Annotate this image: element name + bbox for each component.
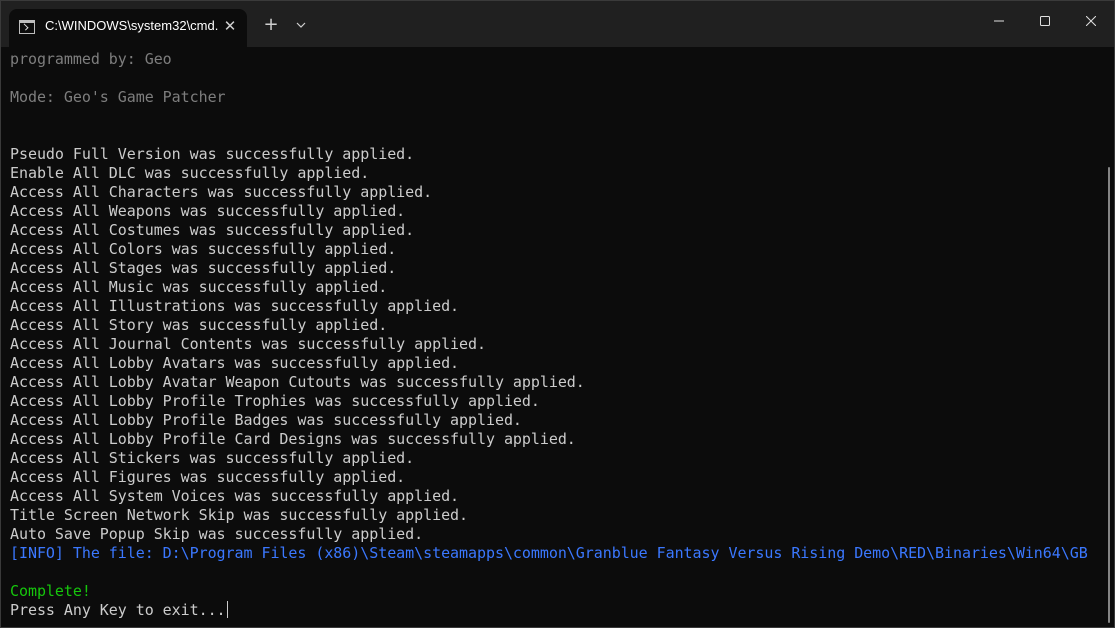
patch-line: Access All Lobby Avatars was successfull…	[10, 354, 460, 372]
patch-line: Access All Colors was successfully appli…	[10, 240, 397, 258]
patch-line: Access All Stickers was successfully app…	[10, 449, 415, 467]
patch-line: Access All Music was successfully applie…	[10, 278, 388, 296]
patch-line: Access All Costumes was successfully app…	[10, 221, 415, 239]
plus-icon[interactable]: +	[258, 13, 284, 39]
prompt-line: Press Any Key to exit...	[10, 601, 1100, 620]
command-prompt-icon	[19, 20, 35, 34]
vertical-scrollbar[interactable]	[1105, 49, 1114, 625]
close-button[interactable]	[1068, 1, 1114, 41]
prompt-text: Press Any Key to exit...	[10, 601, 226, 619]
patch-line: Title Screen Network Skip was successful…	[10, 506, 469, 524]
tab-cmd[interactable]: C:\WINDOWS\system32\cmd. ✕	[9, 9, 247, 47]
patch-line: Access All Lobby Profile Trophies was su…	[10, 392, 540, 410]
terminal-window: C:\WINDOWS\system32\cmd. ✕ + programmed …	[0, 0, 1115, 628]
patch-line: Access All Lobby Profile Badges was succ…	[10, 411, 522, 429]
tab-title: C:\WINDOWS\system32\cmd.	[45, 18, 219, 33]
minimize-icon	[994, 20, 1004, 22]
maximize-button[interactable]	[1022, 1, 1068, 41]
programmed-by-line: programmed by: Geo	[10, 50, 172, 68]
info-line: [INFO] The file: D:\Program Files (x86)\…	[10, 544, 1088, 562]
maximize-icon	[1040, 16, 1050, 26]
patch-line: Auto Save Popup Skip was successfully ap…	[10, 525, 424, 543]
patch-line: Access All System Voices was successfull…	[10, 487, 460, 505]
patch-line: Access All Weapons was successfully appl…	[10, 202, 406, 220]
patch-line: Access All Figures was successfully appl…	[10, 468, 406, 486]
patch-line: Access All Stages was successfully appli…	[10, 259, 397, 277]
text-cursor	[226, 601, 228, 618]
minimize-button[interactable]	[976, 1, 1022, 41]
patch-line: Access All Illustrations was successfull…	[10, 297, 460, 315]
chevron-down-icon[interactable]	[289, 13, 313, 39]
patch-line: Pseudo Full Version was successfully app…	[10, 145, 415, 163]
patch-line: Access All Journal Contents was successf…	[10, 335, 486, 353]
scrollbar-thumb[interactable]	[1108, 167, 1110, 623]
close-icon	[1086, 16, 1096, 26]
console-output[interactable]: programmed by: Geo Mode: Geo's Game Patc…	[10, 50, 1100, 625]
patch-line: Access All Story was successfully applie…	[10, 316, 388, 334]
close-icon[interactable]: ✕	[219, 15, 241, 37]
mode-line: Mode: Geo's Game Patcher	[10, 88, 226, 106]
patch-line: Access All Lobby Profile Card Designs wa…	[10, 430, 576, 448]
patch-line: Access All Characters was successfully a…	[10, 183, 433, 201]
patch-line: Enable All DLC was successfully applied.	[10, 164, 370, 182]
complete-line: Complete!	[10, 582, 91, 600]
patch-line: Access All Lobby Avatar Weapon Cutouts w…	[10, 373, 585, 391]
title-bar[interactable]: C:\WINDOWS\system32\cmd. ✕ +	[1, 1, 1114, 47]
